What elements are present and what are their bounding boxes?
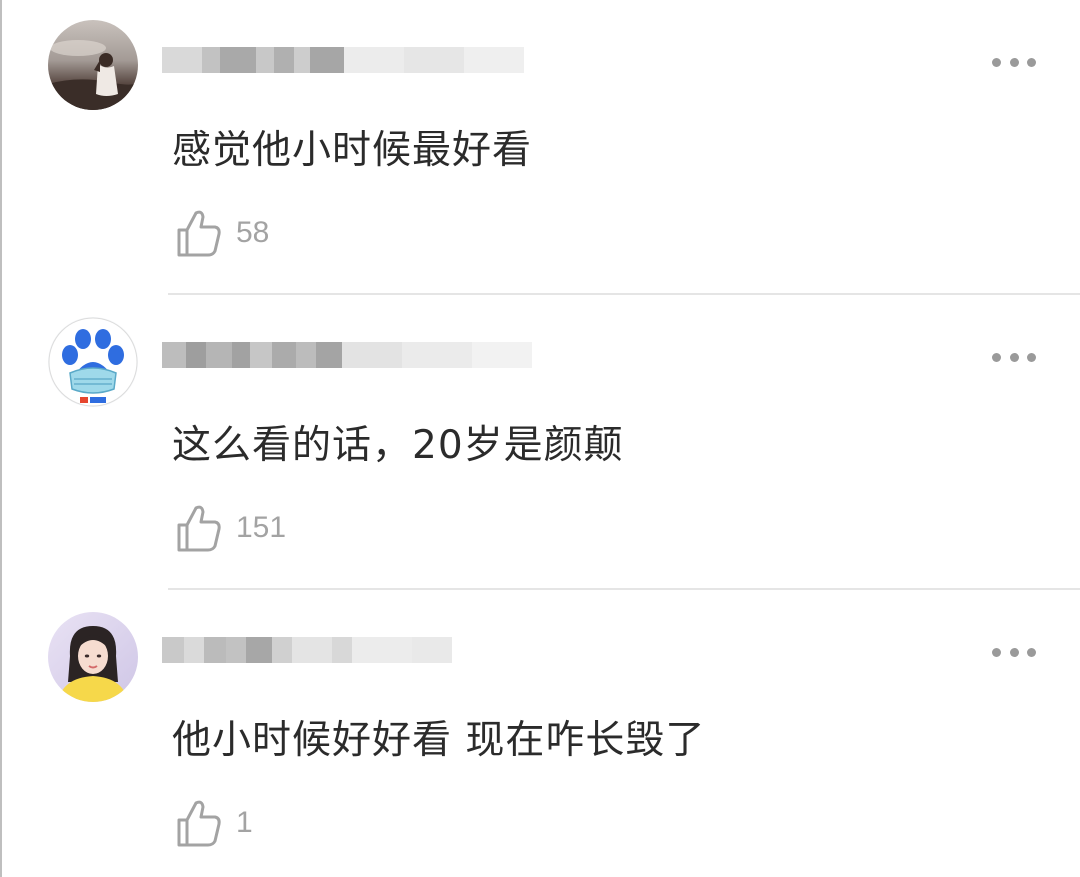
thumbs-up-icon	[177, 505, 221, 552]
more-options-button[interactable]	[992, 52, 1036, 72]
redacted-block	[316, 342, 342, 368]
redacted-block	[342, 342, 402, 368]
more-dots-icon	[1027, 647, 1036, 657]
redacted-block	[404, 47, 464, 73]
redacted-block	[256, 47, 274, 73]
redacted-block	[226, 637, 246, 663]
redacted-block	[294, 47, 310, 73]
redacted-block	[206, 342, 232, 368]
thumbs-up-icon	[177, 800, 221, 847]
comment-item: 他小时候好好看 现在咋长毁了 1	[2, 590, 1080, 877]
redacted-block	[220, 47, 256, 73]
girl-portrait-avatar-icon	[48, 612, 138, 702]
like-button[interactable]: 1	[176, 795, 253, 851]
more-dots-icon	[1009, 647, 1019, 657]
more-dots-icon	[1009, 57, 1019, 67]
redacted-block	[464, 47, 524, 73]
redacted-block	[332, 637, 352, 663]
redacted-block	[472, 342, 532, 368]
redacted-block	[344, 47, 404, 73]
redacted-block	[250, 342, 272, 368]
more-dots-icon	[992, 57, 1001, 67]
redacted-block	[274, 47, 294, 73]
more-dots-icon	[1009, 352, 1019, 362]
redacted-block	[402, 342, 472, 368]
redacted-block	[162, 342, 186, 368]
more-options-button[interactable]	[992, 642, 1036, 662]
redacted-block	[232, 342, 250, 368]
portrait-avatar-icon	[48, 20, 138, 110]
redacted-block	[204, 637, 226, 663]
user-avatar[interactable]	[48, 317, 138, 407]
redacted-block	[202, 47, 220, 73]
more-dots-icon	[1027, 352, 1036, 362]
more-dots-icon	[992, 352, 1001, 362]
like-count: 58	[236, 216, 270, 249]
redacted-block	[292, 637, 332, 663]
more-dots-icon	[1027, 57, 1036, 67]
redacted-block	[162, 47, 202, 73]
comment-text: 感觉他小时候最好看	[172, 128, 533, 173]
redacted-block	[352, 637, 412, 663]
more-options-button[interactable]	[992, 347, 1036, 367]
thumbs-up-icon	[177, 210, 221, 257]
username-redacted[interactable]	[162, 329, 532, 381]
redacted-block	[186, 342, 206, 368]
redacted-block	[162, 637, 184, 663]
comment-text: 这么看的话，20岁是颜颠	[172, 423, 624, 468]
comment-text: 他小时候好好看 现在咋长毁了	[172, 718, 706, 763]
like-count: 1	[236, 806, 253, 839]
username-redacted[interactable]	[162, 624, 452, 676]
redacted-block	[296, 342, 316, 368]
like-count: 151	[236, 511, 287, 544]
redacted-block	[272, 342, 296, 368]
redacted-block	[272, 637, 292, 663]
redacted-block	[310, 47, 344, 73]
redacted-block	[246, 637, 272, 663]
user-avatar[interactable]	[48, 20, 138, 110]
username-redacted[interactable]	[162, 34, 524, 86]
redacted-block	[412, 637, 452, 663]
comment-item: 感觉他小时候最好看 58	[2, 0, 1080, 295]
like-button[interactable]: 151	[176, 500, 286, 556]
redacted-block	[184, 637, 204, 663]
user-avatar[interactable]	[48, 612, 138, 702]
like-button[interactable]: 58	[176, 205, 269, 261]
paw-mask-avatar-icon	[48, 317, 138, 407]
comment-item: 这么看的话，20岁是颜颠 151	[2, 295, 1080, 590]
more-dots-icon	[992, 647, 1001, 657]
